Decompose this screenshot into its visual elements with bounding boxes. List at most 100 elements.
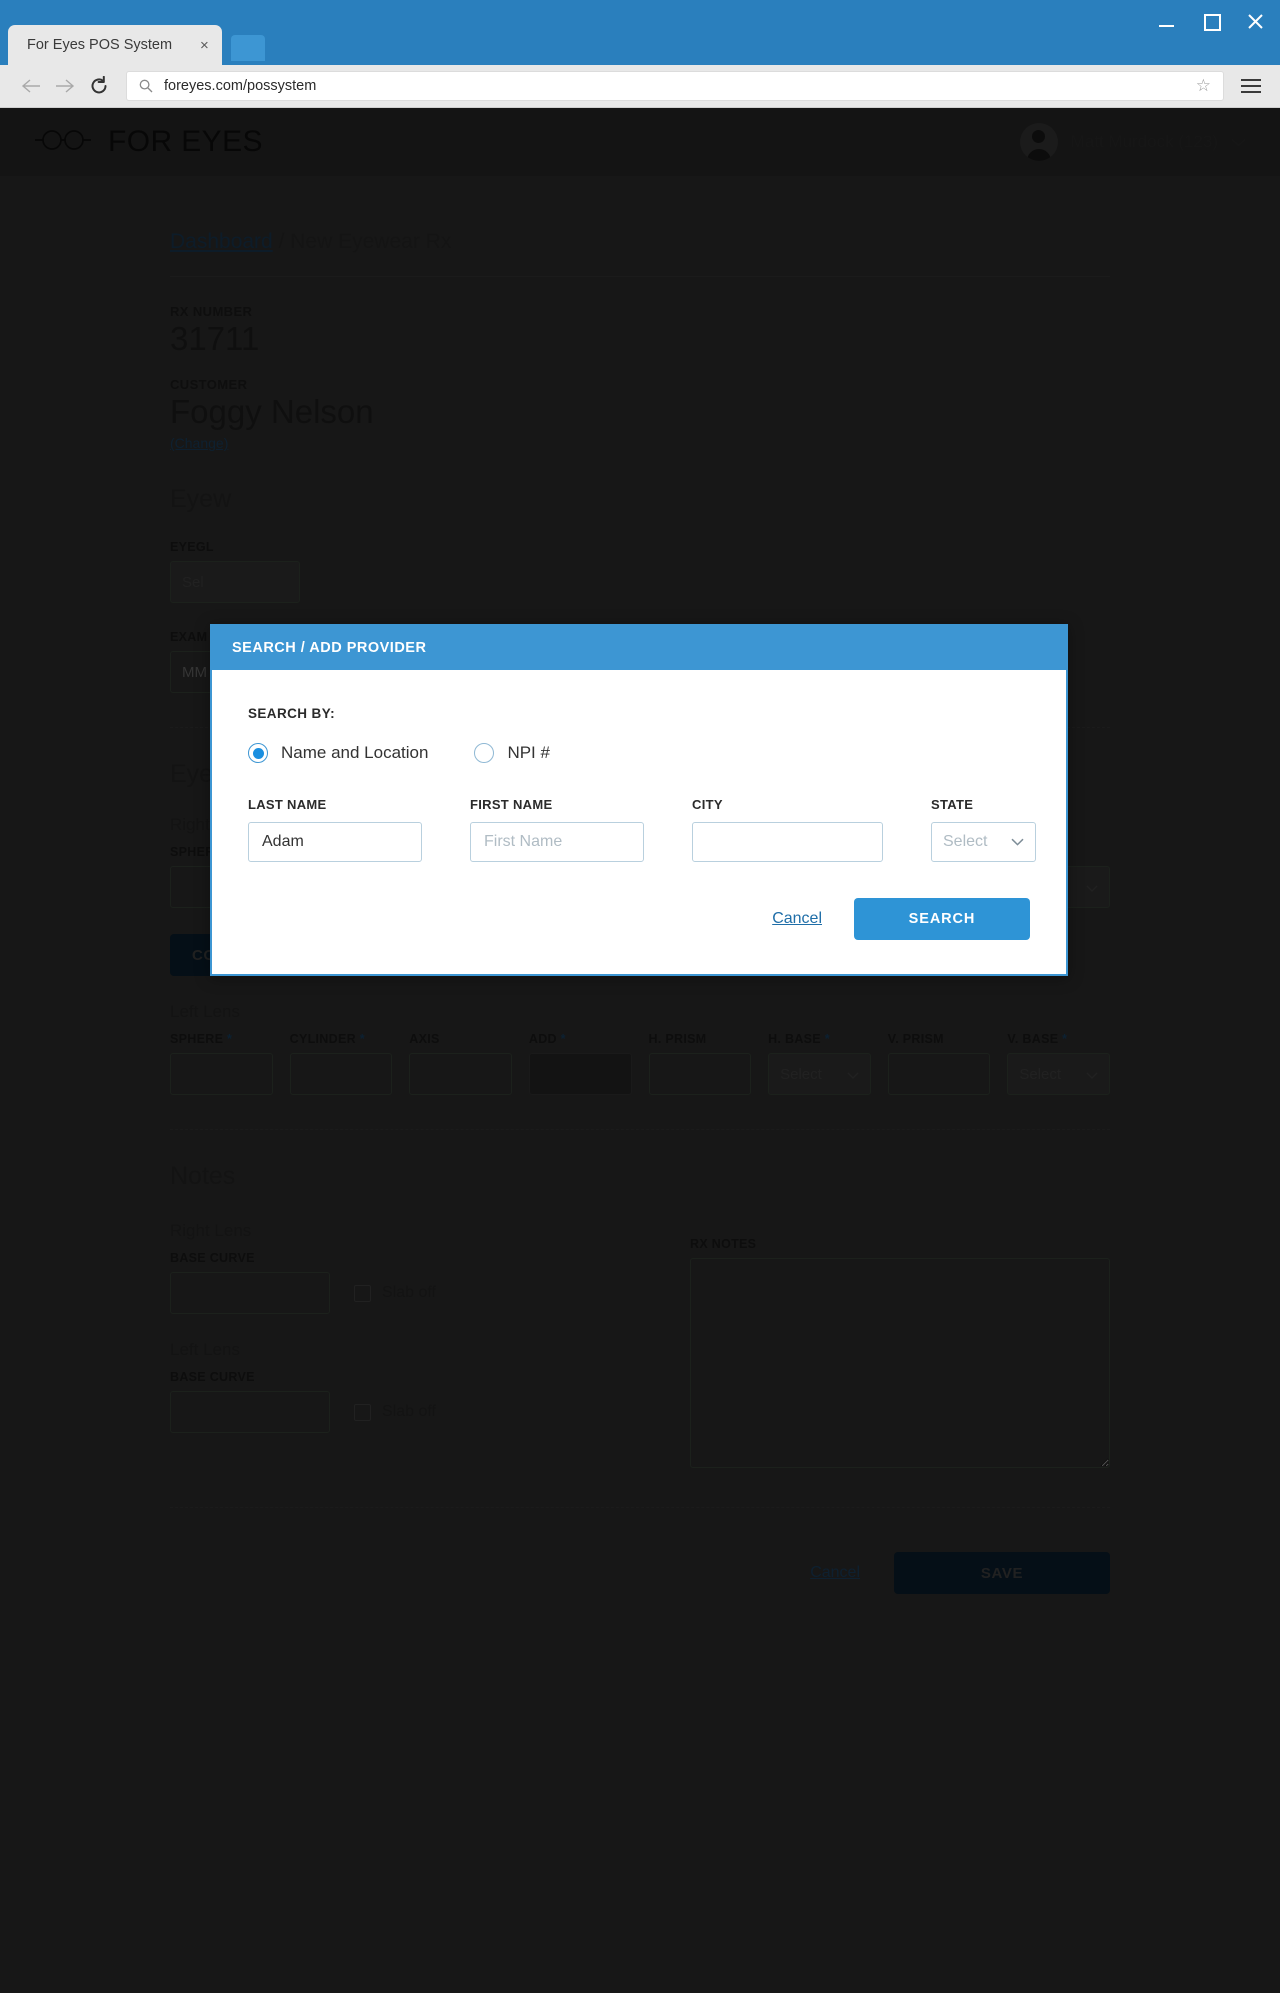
- left-lens-h-prism-input[interactable]: [648, 1053, 752, 1096]
- rx-number-label: RX NUMBER: [170, 304, 253, 319]
- chevron-down-icon: [1231, 138, 1246, 147]
- left-lens-v-prism-input[interactable]: [887, 1053, 991, 1096]
- reload-icon[interactable]: [82, 69, 116, 103]
- city-label: CITY: [692, 797, 723, 812]
- provider-search-fields: LAST NAME FIRST NAME CITY STATE Select: [248, 797, 1036, 862]
- right-slab-off-label: Slab off: [382, 1284, 436, 1302]
- right-base-curve-label: BASE CURVE: [170, 1251, 255, 1266]
- breadcrumb-dashboard-link[interactable]: Dashboard: [170, 230, 273, 253]
- modal-body: SEARCH BY: Name and Location NPI # LAST …: [212, 670, 1066, 974]
- state-label: STATE: [931, 797, 974, 812]
- radio-name-and-location-label: Name and Location: [281, 743, 429, 762]
- browser-tabstrip: For Eyes POS System ×: [0, 21, 265, 65]
- left-lens-add-cell: ADD *: [528, 1032, 632, 1096]
- right-base-curve-row: Slab off: [170, 1272, 650, 1315]
- checkbox-box-icon: [354, 1403, 371, 1421]
- section-divider-2: [170, 1129, 1110, 1131]
- city-input[interactable]: [692, 822, 883, 862]
- modal-search-button[interactable]: SEARCH: [854, 898, 1030, 940]
- glasses-logo-icon: [34, 126, 92, 159]
- browser-toolbar: foreyes.com/possystem ☆: [0, 65, 1280, 108]
- left-lens-label: Left Lens: [170, 1002, 240, 1022]
- last-name-input[interactable]: [248, 822, 422, 862]
- left-lens-v-base-select[interactable]: Select: [1007, 1053, 1110, 1096]
- breadcrumb-separator: /: [278, 230, 285, 253]
- modal-title: SEARCH / ADD PROVIDER: [232, 640, 427, 656]
- customer-name: Foggy Nelson: [170, 392, 374, 430]
- minimize-icon[interactable]: [1156, 10, 1178, 32]
- notes-left-lens-label: Left Lens: [170, 1340, 240, 1360]
- right-slab-off-checkbox[interactable]: Slab off: [354, 1284, 436, 1302]
- notes-row: Right Lens BASE CURVE Slab off Left Lens…: [170, 1195, 1110, 1473]
- left-lens-axis-label: AXIS: [409, 1032, 440, 1047]
- left-lens-sphere-input[interactable]: [170, 1053, 273, 1096]
- left-base-curve-label: BASE CURVE: [170, 1370, 255, 1385]
- save-button[interactable]: SAVE: [894, 1552, 1110, 1595]
- first-name-input[interactable]: [470, 822, 644, 862]
- tab-close-icon[interactable]: ×: [200, 38, 209, 53]
- brand: FOR EYES: [34, 125, 263, 159]
- eyeglass-type-select[interactable]: Sel: [170, 561, 300, 604]
- search-add-provider-modal: SEARCH / ADD PROVIDER SEARCH BY: Name an…: [210, 624, 1068, 976]
- required-marker: *: [223, 1032, 233, 1047]
- right-base-curve-input[interactable]: [170, 1272, 330, 1315]
- left-base-curve-row: Slab off: [170, 1391, 650, 1434]
- eyeglass-type-select-value: Sel: [182, 573, 204, 591]
- required-marker: *: [355, 1032, 365, 1047]
- required-marker: *: [556, 1032, 566, 1047]
- modal-header: SEARCH / ADD PROVIDER: [212, 626, 1066, 670]
- left-slab-off-checkbox[interactable]: Slab off: [354, 1403, 436, 1421]
- last-name-label: LAST NAME: [248, 797, 327, 812]
- new-tab-button[interactable]: [230, 35, 265, 61]
- left-lens-sphere-label: SPHERE *: [170, 1032, 233, 1047]
- eyeglass-type-label: EYEGL: [170, 540, 214, 555]
- forward-arrow-icon[interactable]: [48, 69, 82, 103]
- modal-cancel-link[interactable]: Cancel: [772, 910, 822, 928]
- left-lens-h-base-select-value: Select: [780, 1065, 822, 1083]
- radio-npi-number[interactable]: NPI #: [474, 743, 550, 763]
- chevron-down-icon: [847, 1066, 859, 1083]
- application-root: FOR EYES Matt Murdock (123) Dashboard / …: [0, 108, 1280, 1993]
- cancel-link[interactable]: Cancel: [810, 1564, 860, 1582]
- left-lens-add-input: [528, 1053, 632, 1096]
- chevron-down-icon: [1086, 879, 1098, 896]
- rx-notes-textarea[interactable]: [690, 1258, 1110, 1469]
- close-icon[interactable]: [1244, 10, 1266, 32]
- left-lens-cylinder-input[interactable]: [289, 1053, 393, 1096]
- hamburger-menu-icon[interactable]: [1236, 71, 1266, 101]
- tab-title: For Eyes POS System: [27, 37, 173, 53]
- left-slab-off-label: Slab off: [382, 1403, 436, 1421]
- left-lens-v-base-label: V. BASE *: [1007, 1032, 1068, 1047]
- first-name-field-group: FIRST NAME: [470, 797, 644, 862]
- url-text: foreyes.com/possystem: [164, 78, 317, 94]
- search-by-radio-group: Name and Location NPI #: [248, 743, 1030, 763]
- bookmark-star-icon[interactable]: ☆: [1196, 76, 1211, 96]
- radio-npi-number-label: NPI #: [507, 743, 550, 762]
- search-icon: [139, 79, 153, 93]
- city-field-group: CITY: [692, 797, 883, 862]
- state-select[interactable]: Select: [931, 822, 1036, 862]
- left-base-curve-input[interactable]: [170, 1391, 330, 1434]
- back-arrow-icon[interactable]: [14, 69, 48, 103]
- left-lens-v-prism-cell: V. PRISM: [887, 1032, 991, 1096]
- customer-label: CUSTOMER: [170, 376, 248, 392]
- rx-number-value: 31711: [170, 320, 260, 357]
- breadcrumb-current: New Eyewear Rx: [290, 230, 452, 253]
- modal-actions: Cancel SEARCH: [248, 898, 1030, 940]
- browser-tab[interactable]: For Eyes POS System ×: [8, 25, 222, 65]
- left-lens-axis-input[interactable]: [409, 1053, 512, 1096]
- window-controls: [1156, 8, 1266, 34]
- left-lens-v-base-select-value: Select: [1019, 1065, 1062, 1083]
- radio-name-and-location[interactable]: Name and Location: [248, 743, 428, 763]
- user-menu[interactable]: Matt Murdock (123): [1019, 123, 1258, 161]
- url-bar[interactable]: foreyes.com/possystem ☆: [126, 71, 1224, 101]
- maximize-icon[interactable]: [1200, 10, 1222, 32]
- radio-button-icon: [248, 743, 268, 763]
- left-lens-h-base-cell: H. BASE * Select: [768, 1032, 871, 1096]
- left-lens-h-base-select[interactable]: Select: [768, 1053, 871, 1096]
- notes-right-column: RX NOTES: [690, 1195, 1110, 1473]
- state-select-value: Select: [943, 833, 988, 850]
- change-customer-link[interactable]: (Change): [170, 435, 228, 451]
- last-name-field-group: LAST NAME: [248, 797, 422, 862]
- left-lens-axis-cell: AXIS: [409, 1032, 512, 1096]
